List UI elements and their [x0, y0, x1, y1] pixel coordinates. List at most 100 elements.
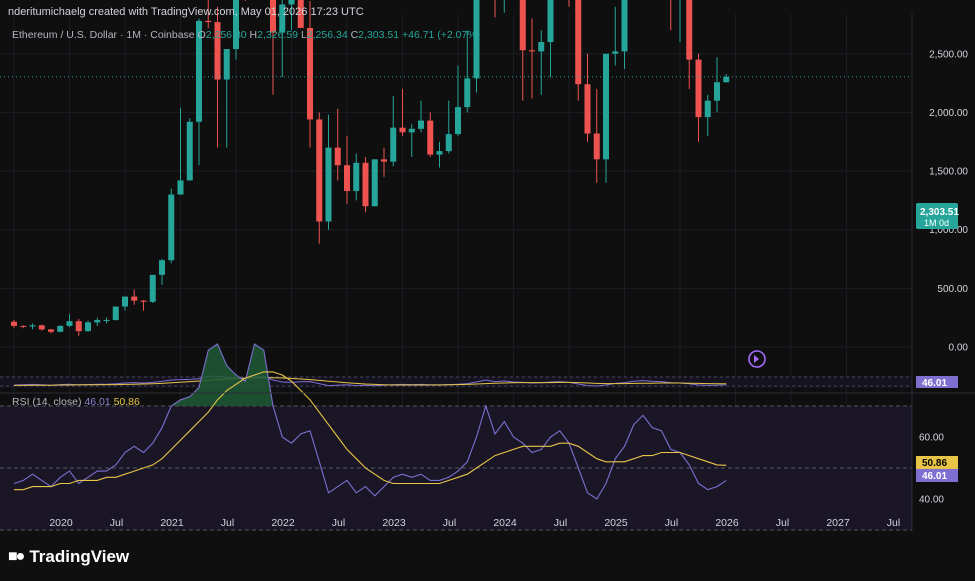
symbol-legend[interactable]: Ethereum / U.S. Dollar · 1M · Coinbase O… [12, 29, 480, 41]
candle-body [704, 100, 711, 118]
candle-body [334, 147, 341, 166]
chart-credit: nderitumichaelg created with TradingView… [8, 6, 364, 18]
time-tick-label: Jul [887, 517, 900, 529]
symbol-name: Ethereum / U.S. Dollar · 1M · Coinbase [12, 29, 195, 41]
rsi-legend[interactable]: RSI (14, close) 46.01 50.86 [12, 396, 140, 408]
tradingview-logo-icon: ■● [8, 548, 25, 565]
tradingview-brand[interactable]: ■● TradingView [8, 547, 129, 567]
candle-body [390, 127, 397, 162]
price-tick-label: 500.00 [937, 284, 968, 295]
candle-body [103, 320, 110, 322]
price-tag-interval: 1M 0d [924, 218, 949, 228]
rsi-tick-label: 40.00 [919, 495, 944, 506]
time-tick-label: 2021 [160, 517, 184, 529]
time-tick-label: 2025 [604, 517, 628, 529]
price-tag-price: 2,303.51 [920, 207, 959, 218]
candle-body [112, 306, 119, 321]
high-label: H [249, 29, 258, 41]
candle-body [140, 300, 147, 302]
candle-body [38, 325, 45, 330]
candle-body [29, 325, 36, 327]
candle-body [547, 0, 554, 43]
candle-body [168, 194, 175, 261]
price-tick-label: 3,000.00 [929, 0, 968, 2]
candle-body [288, 0, 295, 5]
price-tick-label: 2,000.00 [929, 108, 968, 119]
candle-body [362, 162, 369, 207]
time-tick-label: 2023 [382, 517, 406, 529]
candle-body [307, 27, 313, 120]
rsi-name: RSI (14, close) [12, 396, 82, 408]
time-tick-label: 2024 [493, 517, 517, 529]
time-tick-label: 2022 [271, 517, 295, 529]
rsi-overbought-fill [171, 344, 273, 406]
candle-body [593, 133, 600, 160]
candle-body [464, 78, 471, 108]
candle-body [529, 50, 535, 52]
candle-body [159, 260, 165, 275]
price-axis[interactable]: 0.00500.001,000.001,500.002,000.002,500.… [929, 0, 968, 354]
brand-name: TradingView [29, 547, 130, 566]
candle-body [436, 151, 443, 155]
rsi-ma-tag-text: 50.86 [922, 458, 947, 469]
candle-body [11, 321, 17, 326]
candle-body [75, 321, 82, 332]
candle-body [621, 0, 628, 52]
rsi-ma-value: 50.86 [113, 396, 140, 408]
candle-body [381, 159, 387, 162]
high-value: 2,326.59 [257, 29, 299, 41]
candle-body [57, 325, 64, 332]
rsi-value-tags: 50.86 46.01 46.01 [916, 376, 958, 482]
change-value: +46.71 (+2.07%) [401, 29, 481, 41]
candle-body [223, 49, 230, 80]
candle-body [399, 127, 406, 133]
candle-body [723, 76, 730, 83]
collapsed-indicator-strip [0, 375, 912, 388]
candle-body [519, 0, 526, 51]
rsi-tick-label: 60.00 [919, 433, 944, 444]
rsi-pane[interactable]: 40.00 60.00 [0, 343, 944, 531]
time-tick-label: Jul [110, 517, 123, 529]
candle-body [205, 20, 212, 23]
candle-body [177, 180, 184, 195]
time-tick-label: Jul [332, 517, 345, 529]
candle-body [584, 84, 591, 134]
candle-body [353, 162, 360, 191]
candle-body [455, 107, 461, 135]
chart-frame[interactable]: 0.00500.001,000.001,500.002,000.002,500.… [0, 0, 975, 581]
replay-icon[interactable] [748, 350, 766, 368]
candle-body [371, 159, 378, 207]
candle-body [186, 121, 193, 181]
price-tick-label: 2,500.00 [929, 49, 968, 60]
close-value: 2,303.51 [358, 29, 400, 41]
candle-body [316, 119, 323, 222]
candle-body [48, 329, 54, 332]
rsi-tag-text: 46.01 [922, 471, 947, 482]
candle-body [418, 120, 424, 129]
candle-body [695, 59, 702, 118]
open-label: O [197, 29, 206, 41]
candle-body [94, 320, 101, 323]
candle-body [445, 134, 452, 152]
candle-body [714, 82, 720, 101]
time-tick-label: 2027 [826, 517, 850, 529]
candlestick-series[interactable] [11, 0, 730, 336]
candle-body [575, 0, 582, 85]
candle-body [131, 296, 138, 301]
candle-body [122, 296, 128, 307]
candle-body [344, 165, 350, 191]
candle-body [612, 51, 619, 54]
candle-body [325, 147, 332, 222]
low-value: 2,256.34 [306, 29, 348, 41]
time-tick-label: Jul [443, 517, 456, 529]
mini-rsi-tag-text: 46.01 [922, 378, 947, 389]
time-tick-label: 2020 [49, 517, 73, 529]
candle-body [85, 322, 91, 332]
candle-body [149, 274, 156, 302]
time-tick-label: Jul [221, 517, 234, 529]
price-tick-label: 0.00 [949, 343, 969, 354]
candle-body [538, 42, 545, 52]
candle-body [603, 53, 609, 160]
candle-body [686, 0, 693, 60]
open-value: 2,256.80 [205, 29, 247, 41]
